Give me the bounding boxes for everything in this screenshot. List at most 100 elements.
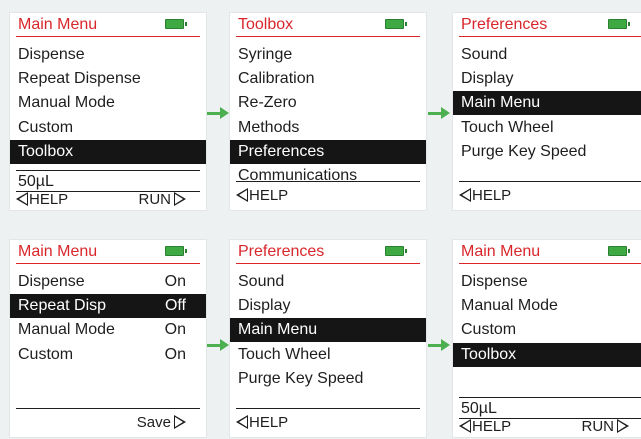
menu-item[interactable]: Repeat Dispense xyxy=(10,67,206,91)
device-screen: Preferences Sound Display Main Menu Touch Wh… xyxy=(230,240,426,437)
menu-item[interactable]: Syringe xyxy=(230,43,426,67)
help-softkey[interactable]: HELP xyxy=(16,190,68,210)
triangle-left-icon xyxy=(236,188,248,202)
menu-item-value: Off xyxy=(164,297,186,315)
menu-item[interactable]: Display xyxy=(453,67,641,91)
menu-item[interactable]: Purge Key Speed xyxy=(230,367,426,391)
menu-item-label: Custom xyxy=(18,118,74,136)
menu-item[interactable]: Calibration xyxy=(230,67,426,91)
menu-item[interactable]: Custom On xyxy=(10,343,206,367)
menu-item[interactable]: Sound xyxy=(453,43,641,67)
menu-item-label: Main Menu xyxy=(238,321,318,339)
volume-readout: 50µL xyxy=(461,400,497,417)
menu-item[interactable]: Custom xyxy=(10,116,206,140)
right-softkey-label: RUN xyxy=(138,191,172,208)
device-screen: Main Menu Dispense Manual Mode Custom Toolbo… xyxy=(453,240,641,437)
footer-divider xyxy=(459,181,641,182)
menu-item[interactable]: Touch Wheel xyxy=(230,343,426,367)
triangle-left-icon xyxy=(16,192,28,206)
menu-item[interactable]: Purge Key Speed xyxy=(453,140,641,164)
title-divider xyxy=(236,36,420,37)
screen-title: Preferences xyxy=(238,243,325,260)
menu-item-label: Dispense xyxy=(18,273,85,290)
menu-item-label: Manual Mode xyxy=(18,94,115,112)
menu-item-label: Toolbox xyxy=(18,142,74,160)
menu-item[interactable]: Touch Wheel xyxy=(453,116,641,140)
title-bar: Toolbox xyxy=(230,13,426,37)
menu-item[interactable]: Re-Zero xyxy=(230,91,426,115)
menu-item-selected[interactable]: Toolbox xyxy=(10,139,206,164)
run-softkey[interactable]: RUN xyxy=(138,190,186,210)
arrow-head xyxy=(220,107,229,119)
menu-item-label: Dispense xyxy=(461,273,528,290)
menu-item-label: Communications xyxy=(238,167,358,184)
help-softkey[interactable]: HELP xyxy=(459,417,511,437)
title-divider xyxy=(459,263,641,264)
help-softkey-label: HELP xyxy=(29,191,69,208)
help-softkey-label: HELP xyxy=(249,414,289,431)
menu-item-label: Repeat Disp xyxy=(18,297,107,315)
menu-item-value: On xyxy=(164,321,186,339)
menu-item[interactable]: Manual Mode xyxy=(10,91,206,115)
triangle-right-icon xyxy=(174,415,186,429)
triangle-left-icon xyxy=(459,419,471,433)
menu-item-label: Calibration xyxy=(238,70,315,88)
device-screen: Main Menu Dispense On Repeat Disp Off Manual … xyxy=(10,240,206,437)
run-softkey[interactable]: RUN xyxy=(581,417,629,437)
footer-divider xyxy=(459,397,641,398)
screen-title: Toolbox xyxy=(238,16,294,33)
menu-item[interactable]: Dispense On xyxy=(10,270,206,294)
title-bar: Main Menu xyxy=(10,13,206,37)
help-softkey-label: HELP xyxy=(472,187,512,204)
menu-item-label: Purge Key Speed xyxy=(461,142,587,160)
help-softkey[interactable]: HELP xyxy=(459,186,511,206)
menu-item-label: Display xyxy=(238,297,291,315)
softkey-bar: HELP xyxy=(453,186,641,206)
help-softkey[interactable]: HELP xyxy=(236,413,288,433)
triangle-right-icon xyxy=(617,419,629,433)
title-bar: Main Menu xyxy=(453,240,641,264)
help-softkey[interactable]: HELP xyxy=(236,186,288,206)
softkey-bar: Save xyxy=(10,413,206,433)
menu-item[interactable]: Dispense xyxy=(10,43,206,67)
menu-item[interactable]: Manual Mode On xyxy=(10,318,206,342)
screen-title: Main Menu xyxy=(461,243,541,260)
footer-divider xyxy=(16,408,200,409)
title-bar: Main Menu xyxy=(10,240,206,264)
softkey-bar: HELP xyxy=(230,413,426,433)
arrow-head xyxy=(441,339,450,351)
title-divider xyxy=(236,263,420,264)
screen-flow-diagram: Main Menu Dispense Repeat Dispense Manual M… xyxy=(0,0,641,439)
save-softkey[interactable]: Save xyxy=(137,413,186,433)
green-arrow-icon xyxy=(207,339,229,351)
battery-icon xyxy=(385,246,407,256)
screen-title: Main Menu xyxy=(18,243,98,260)
menu-item[interactable]: Dispense xyxy=(453,270,641,294)
menu-item-label: Syringe xyxy=(238,46,293,63)
menu-item-label: Sound xyxy=(461,46,508,63)
softkey-bar: HELP RUN xyxy=(10,190,206,210)
arrow-shaft xyxy=(428,112,442,115)
menu-item[interactable]: Custom xyxy=(453,318,641,342)
menu-item-label: Sound xyxy=(238,273,285,290)
menu-item-selected[interactable]: Main Menu xyxy=(230,318,426,343)
right-softkey-label: RUN xyxy=(581,418,615,435)
menu-item[interactable]: Communications xyxy=(230,164,426,188)
menu-item[interactable]: Manual Mode xyxy=(453,294,641,318)
menu-item-selected[interactable]: Main Menu xyxy=(453,91,641,116)
menu-item[interactable]: Display xyxy=(230,294,426,318)
green-arrow-icon xyxy=(428,107,450,119)
title-bar: Preferences xyxy=(453,13,641,37)
help-softkey-label: HELP xyxy=(249,187,289,204)
menu-item-label: Methods xyxy=(238,118,300,136)
menu-item[interactable]: Sound xyxy=(230,270,426,294)
menu-item-selected[interactable]: Preferences xyxy=(230,139,426,164)
menu-item-selected[interactable]: Repeat Disp Off xyxy=(10,294,206,319)
softkey-bar: HELP RUN xyxy=(453,417,641,437)
menu-item[interactable]: Methods xyxy=(230,116,426,140)
arrow-shaft xyxy=(207,344,221,347)
title-divider xyxy=(16,36,200,37)
device-screen: Main Menu Dispense Repeat Dispense Manual M… xyxy=(10,13,206,210)
menu-item-label: Manual Mode xyxy=(461,297,558,315)
menu-item-selected[interactable]: Toolbox xyxy=(453,342,641,367)
